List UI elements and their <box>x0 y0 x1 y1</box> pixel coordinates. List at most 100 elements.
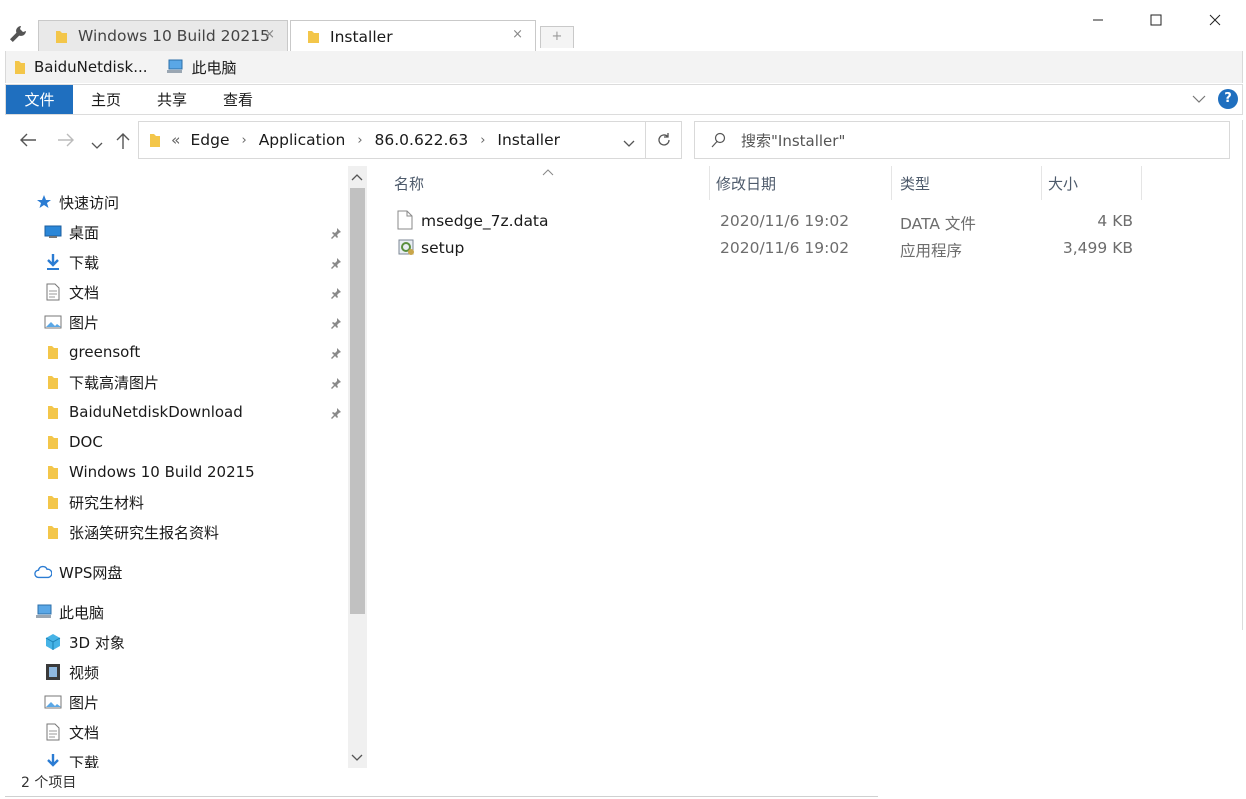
window-border <box>1242 120 1243 630</box>
refresh-button[interactable] <box>646 121 682 159</box>
breadcrumb-edge[interactable]: Edge <box>190 131 229 149</box>
pin-icon[interactable] <box>330 345 342 363</box>
scroll-up-icon[interactable] <box>351 171 363 184</box>
address-dropdown-icon[interactable] <box>623 134 635 152</box>
file-explorer-window: Windows 10 Build 20215 × Installer × + B… <box>0 0 1246 799</box>
sidebar-item[interactable]: 3D 对象 <box>5 627 345 657</box>
folder-icon <box>44 523 62 541</box>
pin-icon[interactable] <box>330 255 342 273</box>
sidebar-item[interactable]: 下载 <box>5 247 345 277</box>
maximize-button[interactable] <box>1133 4 1179 36</box>
sidebar-item-quick-access[interactable]: 快速访问 <box>5 187 345 217</box>
sidebar-item[interactable]: 张涵笑研究生报名资料 <box>5 517 345 547</box>
help-button[interactable]: ? <box>1218 89 1238 109</box>
scrollbar-thumb[interactable] <box>350 188 365 614</box>
sidebar-item-label: 快速访问 <box>59 193 120 212</box>
column-header-date[interactable]: 修改日期 <box>712 166 892 200</box>
search-input[interactable]: 搜索"Installer" <box>741 130 845 151</box>
file-list: 名称 修改日期 类型 大小 msedge_7z.data 2020/11/6 1… <box>385 166 1145 768</box>
new-tab-button[interactable]: + <box>540 26 574 48</box>
tab-windows-build[interactable]: Windows 10 Build 20215 × <box>38 20 288 51</box>
sidebar-item-label: 文档 <box>69 283 100 302</box>
ribbon-tab-home[interactable]: 主页 <box>73 85 139 114</box>
close-icon[interactable]: × <box>264 27 275 42</box>
breadcrumb-separator-icon[interactable]: › <box>357 133 362 148</box>
sidebar-item[interactable]: DOC <box>5 427 345 457</box>
sidebar-item-label: 3D 对象 <box>69 633 125 652</box>
pin-icon[interactable] <box>330 285 342 303</box>
setup-exe-icon <box>397 237 417 261</box>
sidebar-item[interactable]: 图片 <box>5 307 345 337</box>
breadcrumb-application[interactable]: Application <box>259 131 346 149</box>
sidebar-item[interactable]: 文档 <box>5 717 345 747</box>
pin-icon[interactable] <box>330 375 342 393</box>
desktop-icon <box>44 223 62 241</box>
tab-label: Installer <box>330 27 393 46</box>
column-header-type[interactable]: 类型 <box>892 166 1042 200</box>
ribbon-tab-view[interactable]: 查看 <box>205 85 271 114</box>
file-row[interactable]: msedge_7z.data 2020/11/6 19:02 DATA 文件 4… <box>393 208 1143 235</box>
breadcrumb-installer[interactable]: Installer <box>497 131 560 149</box>
pictures-icon <box>44 693 62 711</box>
computer-icon <box>166 59 183 73</box>
sidebar-item-label: 下载高清图片 <box>69 373 160 392</box>
sidebar-item[interactable]: 下载 <box>5 747 345 768</box>
pin-icon[interactable] <box>330 315 342 333</box>
sidebar-scrollbar[interactable] <box>348 166 367 768</box>
sidebar-item[interactable]: 视频 <box>5 657 345 687</box>
close-icon[interactable]: × <box>512 27 523 42</box>
minimize-icon <box>1093 19 1103 21</box>
up-arrow-icon[interactable] <box>115 132 131 154</box>
ribbon-tab-share[interactable]: 共享 <box>139 85 205 114</box>
sidebar-item[interactable]: 文档 <box>5 277 345 307</box>
folder-icon <box>56 30 67 43</box>
file-type: DATA 文件 <box>900 215 976 233</box>
back-arrow-icon[interactable] <box>19 132 37 152</box>
forward-arrow-icon[interactable] <box>57 132 75 152</box>
sidebar-item-label: 桌面 <box>69 223 100 242</box>
sidebar-item[interactable]: 研究生材料 <box>5 487 345 517</box>
minimize-button[interactable] <box>1075 4 1121 36</box>
sidebar-item-this-pc[interactable]: 此电脑 <box>5 597 345 627</box>
breadcrumb-version[interactable]: 86.0.622.63 <box>375 131 469 149</box>
breadcrumb-separator-icon[interactable]: › <box>480 133 485 148</box>
sidebar-item-label: 张涵笑研究生报名资料 <box>69 523 220 542</box>
favorite-label: 此电脑 <box>191 58 237 77</box>
breadcrumb-separator-icon[interactable]: › <box>242 133 247 148</box>
recent-locations-chevron-icon[interactable] <box>91 136 103 154</box>
file-size: 4 KB <box>1097 212 1133 230</box>
ribbon-tab-file[interactable]: 文件 <box>6 85 73 114</box>
sidebar-item[interactable]: 下载高清图片 <box>5 367 345 397</box>
favorite-this-pc[interactable]: 此电脑 <box>166 57 237 78</box>
sidebar-item-label: 视频 <box>69 663 100 682</box>
sidebar-item-label: 研究生材料 <box>69 493 145 512</box>
file-row[interactable]: setup 2020/11/6 19:02 应用程序 3,499 KB <box>393 235 1143 262</box>
scroll-down-icon[interactable] <box>351 752 363 765</box>
search-box[interactable]: 搜索"Installer" <box>694 121 1230 159</box>
expand-ribbon-icon[interactable] <box>1192 94 1206 104</box>
3d-objects-icon <box>44 633 62 651</box>
close-button[interactable] <box>1192 4 1238 36</box>
address-bar[interactable]: « Edge › Application › 86.0.622.63 › Ins… <box>138 121 646 159</box>
column-header-size[interactable]: 大小 <box>1042 166 1142 200</box>
pin-icon[interactable] <box>330 405 342 423</box>
wrench-icon[interactable] <box>8 24 30 46</box>
data-file-icon <box>397 210 413 234</box>
sidebar-item[interactable]: 图片 <box>5 687 345 717</box>
tab-installer[interactable]: Installer × <box>290 20 536 52</box>
document-icon <box>44 283 62 301</box>
sidebar-item-label: 此电脑 <box>59 603 105 622</box>
sidebar-item[interactable]: greensoft <box>5 337 345 367</box>
pin-icon[interactable] <box>330 225 342 243</box>
sidebar-item[interactable]: BaiduNetdiskDownload <box>5 397 345 427</box>
favorite-baidunetdisk[interactable]: BaiduNetdisk... <box>14 58 148 76</box>
sidebar-item[interactable]: 桌面 <box>5 217 345 247</box>
column-header-name[interactable]: 名称 <box>385 166 710 200</box>
sidebar-item-wps[interactable]: WPS网盘 <box>5 557 345 587</box>
video-icon <box>44 663 62 681</box>
address-overflow[interactable]: « <box>171 131 180 149</box>
file-date: 2020/11/6 19:02 <box>720 212 850 230</box>
sidebar-item-label: greensoft <box>69 343 141 361</box>
sidebar-item-label: 下载 <box>69 753 100 769</box>
sidebar-item[interactable]: Windows 10 Build 20215 <box>5 457 345 487</box>
